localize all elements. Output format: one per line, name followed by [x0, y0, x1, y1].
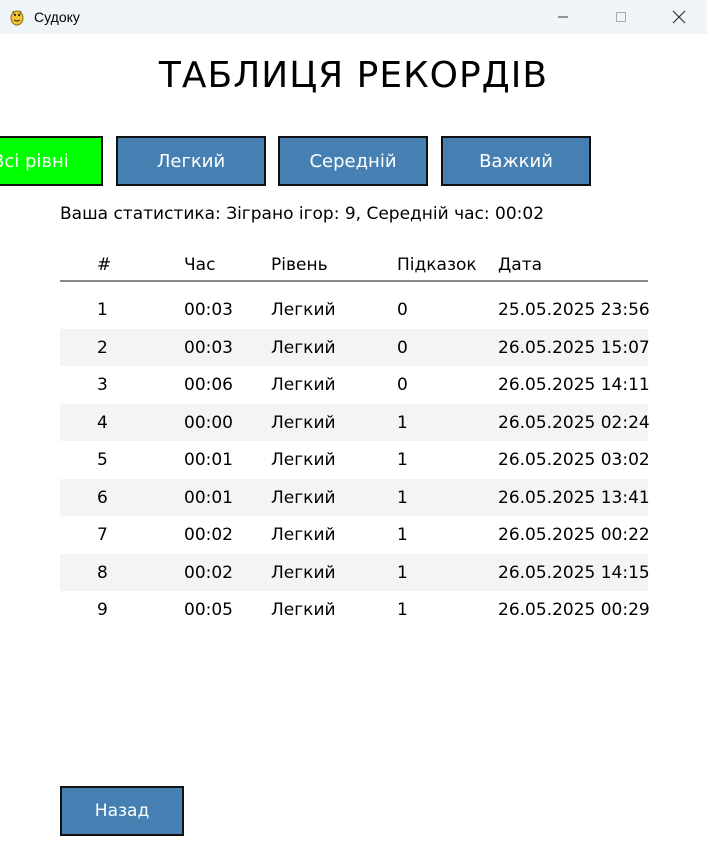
- cell-date: 26.05.2025 15:07: [498, 337, 650, 358]
- cell-rank: 8: [97, 562, 108, 583]
- cell-hints: 0: [397, 337, 408, 358]
- cell-level: Легкий: [271, 487, 336, 508]
- table-row: 9 00:05 Легкий 1 26.05.2025 00:29: [60, 591, 650, 629]
- filter-easy-label: Легкий: [156, 150, 226, 172]
- cell-level: Легкий: [271, 300, 336, 320]
- table-row: 4 00:00 Легкий 1 26.05.2025 02:24: [60, 403, 650, 441]
- table-row: 3 00:06 Легкий 0 26.05.2025 14:11: [60, 366, 650, 404]
- cell-level: Легкий: [271, 600, 336, 620]
- cell-level: Легкий: [271, 337, 336, 358]
- cell-time: 00:03: [184, 337, 233, 358]
- maximize-button[interactable]: [592, 0, 650, 34]
- cell-time: 00:02: [184, 562, 233, 583]
- cell-rank: 6: [97, 487, 108, 508]
- cell-hints: 1: [397, 487, 408, 508]
- back-button[interactable]: Назад: [60, 786, 184, 836]
- filter-medium-button[interactable]: Середній: [278, 136, 428, 186]
- close-button[interactable]: [650, 0, 707, 34]
- filter-all-levels-label: Всі рівні: [0, 150, 69, 172]
- cell-hints: 1: [397, 562, 408, 583]
- filter-medium-label: Середній: [309, 150, 397, 172]
- cell-time: 00:05: [184, 600, 233, 620]
- cell-level: Легкий: [271, 450, 336, 470]
- cell-hints: 1: [397, 450, 408, 470]
- header-level: Рівень: [271, 255, 328, 275]
- filter-easy-button[interactable]: Легкий: [116, 136, 266, 186]
- cell-hints: 0: [397, 375, 408, 395]
- table-body: 1 00:03 Легкий 0 25.05.2025 23:56 2 00:0…: [60, 282, 650, 629]
- cell-rank: 2: [97, 337, 108, 358]
- cell-date: 26.05.2025 14:11: [498, 375, 650, 395]
- table-row: 7 00:02 Легкий 1 26.05.2025 00:22: [60, 516, 650, 554]
- header-rank: #: [97, 255, 112, 275]
- cell-date: 26.05.2025 02:24: [498, 412, 650, 433]
- close-icon: [672, 10, 686, 24]
- filter-hard-label: Важкий: [479, 150, 553, 172]
- cell-date: 26.05.2025 03:02: [498, 450, 650, 470]
- filter-hard-button[interactable]: Важкий: [441, 136, 591, 186]
- page-title: ТАБЛИЦЯ РЕКОРДІВ: [158, 55, 549, 96]
- filter-all-levels-button[interactable]: Всі рівні: [0, 136, 103, 186]
- cell-level: Легкий: [271, 375, 336, 395]
- cell-rank: 4: [97, 412, 108, 433]
- cell-hints: 1: [397, 525, 408, 545]
- cell-rank: 3: [97, 375, 108, 395]
- table-row: 2 00:03 Легкий 0 26.05.2025 15:07: [60, 328, 650, 366]
- python-snake-icon: [10, 10, 24, 26]
- header-hints: Підказок: [397, 255, 477, 275]
- cell-level: Легкий: [271, 525, 336, 545]
- window-title: Судоку: [34, 9, 80, 25]
- table-row: 5 00:01 Легкий 1 26.05.2025 03:02: [60, 441, 650, 479]
- cell-time: 00:00: [184, 412, 233, 433]
- minimize-icon: [558, 16, 568, 18]
- cell-time: 00:02: [184, 525, 233, 545]
- cell-level: Легкий: [271, 412, 336, 433]
- table-row: 6 00:01 Легкий 1 26.05.2025 13:41: [60, 478, 650, 516]
- cell-date: 26.05.2025 13:41: [498, 487, 650, 508]
- header-time: Час: [184, 255, 216, 275]
- table-header: # Час Рівень Підказок Дата: [60, 250, 648, 282]
- cell-rank: 9: [97, 600, 108, 620]
- cell-time: 00:06: [184, 375, 233, 395]
- sudoku-window: Судоку ТАБЛИЦЯ РЕКОРДІВ Всі рівні Легкий…: [0, 0, 707, 860]
- table-row: 8 00:02 Легкий 1 26.05.2025 14:15: [60, 553, 650, 591]
- cell-date: 26.05.2025 00:22: [498, 525, 650, 545]
- cell-hints: 1: [397, 600, 408, 620]
- minimize-button[interactable]: [534, 0, 592, 34]
- cell-rank: 1: [97, 300, 108, 320]
- table-row: 1 00:03 Легкий 0 25.05.2025 23:56: [60, 291, 650, 329]
- cell-rank: 5: [97, 450, 108, 470]
- cell-time: 00:01: [184, 487, 233, 508]
- cell-date: 26.05.2025 00:29: [498, 600, 650, 620]
- cell-level: Легкий: [271, 562, 336, 583]
- maximize-icon: [616, 12, 626, 22]
- cell-time: 00:03: [184, 300, 233, 320]
- cell-rank: 7: [97, 525, 108, 545]
- header-date: Дата: [498, 255, 543, 275]
- back-button-label: Назад: [94, 801, 150, 821]
- cell-hints: 1: [397, 412, 408, 433]
- cell-date: 25.05.2025 23:56: [498, 300, 650, 320]
- title-bar[interactable]: Судоку: [0, 0, 707, 34]
- records-table: # Час Рівень Підказок Дата 1 00:03 Легки…: [60, 250, 650, 629]
- cell-date: 26.05.2025 14:15: [498, 562, 650, 583]
- cell-time: 00:01: [184, 450, 233, 470]
- user-statistics: Ваша статистика: Зіграно ігор: 9, Середн…: [60, 204, 545, 224]
- cell-hints: 0: [397, 300, 408, 320]
